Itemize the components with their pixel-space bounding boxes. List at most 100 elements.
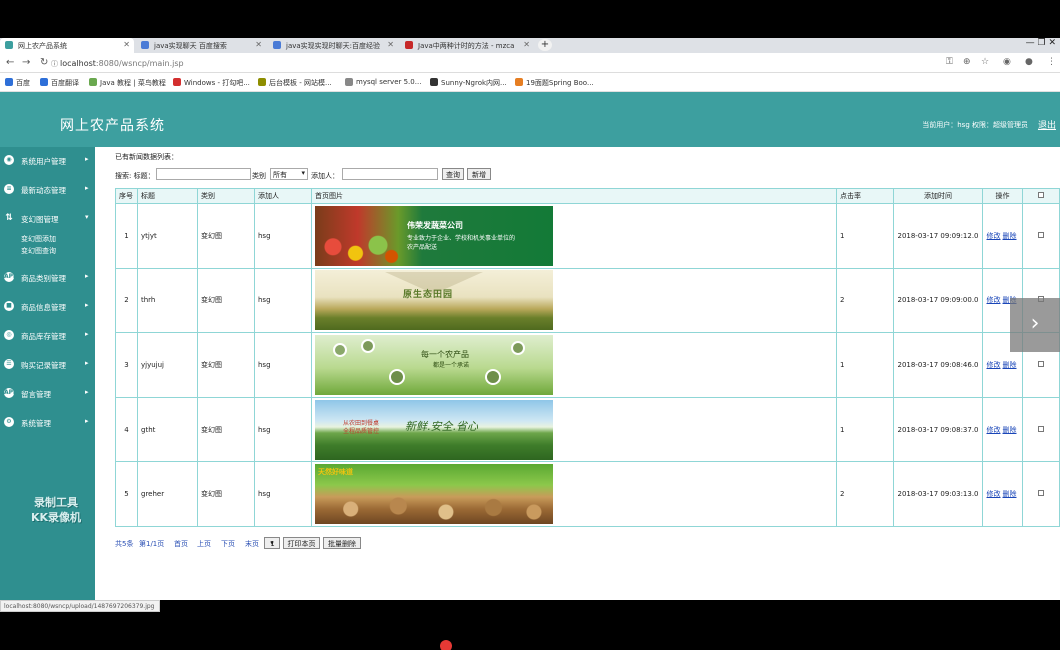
bookmark-item[interactable]: mysql server 5.0... [345,78,421,86]
banner-text: 伟荣发蔬菜公司 [407,220,463,230]
logout-link[interactable]: 退出 [1038,118,1056,131]
sidebar-item-purchase[interactable]: ☰ 购买记录管理 ▸ [0,356,95,372]
sidebar-item-slideshow[interactable]: ⇅ 变幻图管理 ▾ [0,210,95,226]
pager-first-link[interactable]: 首页 [174,539,188,549]
pager-prev-link[interactable]: 上页 [197,539,211,549]
delete-link[interactable]: 删除 [1003,490,1017,498]
bookmark-item[interactable]: 百度翻译 [40,78,79,88]
url-path: :8080/wsncp/main.jsp [95,59,184,68]
forward-arrow-icon[interactable]: → [22,57,30,68]
pager-next-link[interactable]: 下页 [221,539,235,549]
window-controls[interactable]: — ❐ ✕ [1026,38,1056,48]
table-row: 3 yjyujuj 变幻图 hsg 每一个农产品 都是一个承诺 1 2018-0… [115,332,1060,398]
zoom-icon[interactable]: ⊕ [963,57,971,67]
sidebar-item-system[interactable]: ⚙ 系统管理 ▸ [0,414,95,430]
banner-image-vegetables[interactable]: 伟荣发蔬菜公司 专业致力于企业、学校和机关事业单位的 农产品配送 [315,205,553,266]
sidebar-item-users[interactable]: ◉ 系统用户管理 ▸ [0,152,95,168]
banner-text: 每一个农产品 [421,349,469,359]
main-content: 已有新闻数据列表： 搜索: 标题： 类别 所有 ▾ 添加人： 查询 新增 序号 标… [95,147,1060,600]
back-arrow-icon[interactable]: ← [6,57,14,68]
chevron-right-icon: ▸ [85,272,89,280]
cell-image: 伟荣发蔬菜公司 专业致力于企业、学校和机关事业单位的 农产品配送 [311,203,837,269]
bookmark-item[interactable]: Sunny-Ngrok内网... [430,78,507,88]
bookmark-item[interactable]: 后台模板 - 网站模... [258,78,332,88]
cell-clicks: 1 [836,396,894,463]
bookmark-item[interactable]: 百度 [5,78,30,88]
column-header: 类别 [197,188,255,204]
profile-icon[interactable]: ● [1025,57,1033,67]
banner-image-fields[interactable]: 从农田到餐桌 全程品质管控 新鲜.安全.省心 [315,399,553,460]
sidebar-item-news[interactable]: ≡ 最新动态管理 ▸ [0,181,95,197]
banner-image-promise[interactable]: 每一个农产品 都是一个承诺 [315,334,553,395]
close-tab-icon[interactable]: ✕ [523,40,530,49]
watermark-line: 录制工具 [34,496,78,509]
bookmark-favicon-icon [173,78,181,86]
browser-tab[interactable]: java实现实现时聊天:百度经验 ✕ [268,38,398,53]
sidebar-item-stock[interactable]: ◎ 商品库存管理 ▸ [0,327,95,343]
reload-icon[interactable]: ↻ [40,57,48,68]
extension-icon[interactable]: ◉ [1003,57,1011,67]
banner-text: 原生态田园 [403,290,454,301]
banner-image-pastoral[interactable]: 原生态田园 [315,270,553,331]
new-tab-button[interactable]: + [538,39,552,51]
row-checkbox[interactable] [1038,425,1044,432]
print-page-button[interactable]: 打印本页 [283,537,320,549]
edit-link[interactable]: 修改 [987,490,1001,498]
close-tab-icon[interactable]: ✕ [387,40,394,49]
add-button[interactable]: 新增 [467,168,491,180]
table-row: 4 gtht 变幻图 hsg 从农田到餐桌 全程品质管控 新鲜.安全.省心 1 … [115,396,1060,463]
bookmark-star-icon[interactable]: ☆ [981,57,989,67]
sidebar-subitem-slideshow-query[interactable]: 变幻图查询 [21,246,56,256]
browser-tab[interactable]: Java中两种计时的方法 - mzca ✕ [400,38,534,53]
bookmark-label: Sunny-Ngrok内网... [441,79,507,87]
type-select[interactable]: 所有 ▾ [270,168,308,180]
delete-link[interactable]: 删除 [1003,361,1017,369]
sidebar-item-messages[interactable]: APP 留言管理 ▸ [0,385,95,401]
cell-actions: 修改删除 [982,396,1023,463]
search-button[interactable]: 查询 [442,168,464,180]
select-all-checkbox[interactable] [1038,192,1044,198]
row-checkbox[interactable] [1038,360,1044,367]
sidebar: ◉ 系统用户管理 ▸ ≡ 最新动态管理 ▸ ⇅ 变幻图管理 ▾ 变幻图添加 变幻… [0,147,95,600]
browser-tab[interactable]: java实现聊天 百度搜索 ✕ [136,38,266,53]
url-input[interactable]: localhost:8080/wsncp/main.jsp [60,59,184,68]
bookmark-item[interactable]: 19面题Spring Boo... [515,78,594,88]
delete-link[interactable]: 删除 [1003,232,1017,240]
sidebar-item-category[interactable]: APP 商品类别管理 ▸ [0,269,95,285]
sidebar-item-label: 商品类别管理 [21,274,66,283]
column-header: 点击率 [836,188,894,204]
edit-link[interactable]: 修改 [987,296,1001,304]
search-title-input[interactable] [156,168,251,180]
sidebar-subitem-slideshow-add[interactable]: 变幻图添加 [21,234,56,244]
search-adder-input[interactable] [342,168,438,180]
vegetables-graphic [315,233,405,266]
banner-text: 专业致力于企业、学校和机关事业单位的 [407,234,516,242]
bookmark-item[interactable]: Windows - 打勾吧... [173,78,250,88]
banner-image-nuts[interactable]: 天然好味道 [315,464,553,525]
edit-link[interactable]: 修改 [987,361,1001,369]
next-arrow-icon[interactable]: › [1010,298,1060,352]
sidebar-item-product[interactable]: ■ 商品信息管理 ▸ [0,298,95,314]
pager-last-link[interactable]: 末页 [245,539,259,549]
user-icon: ◉ [4,155,14,165]
batch-delete-button[interactable]: 批量删除 [323,537,361,549]
page-info-icon[interactable]: ⓘ [51,59,58,69]
menu-kebab-icon[interactable]: ⋮ [1047,57,1056,67]
page-select[interactable]: 1 ▾ [264,537,280,549]
close-tab-icon[interactable]: ✕ [255,40,262,49]
delete-link[interactable]: 删除 [1003,426,1017,434]
edit-link[interactable]: 修改 [987,232,1001,240]
cell-type: 变幻图 [197,461,255,527]
bookmark-item[interactable]: Java 教程 | 菜鸟教程 [89,78,166,88]
edit-link[interactable]: 修改 [987,426,1001,434]
row-checkbox[interactable] [1038,231,1044,238]
cell-clicks: 2 [836,267,894,334]
close-tab-icon[interactable]: ✕ [123,40,130,49]
row-checkbox[interactable] [1038,490,1044,497]
key-icon[interactable]: ⚿ [946,57,953,67]
photo-circle [389,368,405,385]
bookmark-label: 百度 [16,79,30,87]
recorder-watermark: 录制工具 KK录像机 [18,495,94,525]
cell-title: greher [137,461,198,527]
browser-tab-active[interactable]: 网上农产品系统 ✕ [0,38,134,53]
